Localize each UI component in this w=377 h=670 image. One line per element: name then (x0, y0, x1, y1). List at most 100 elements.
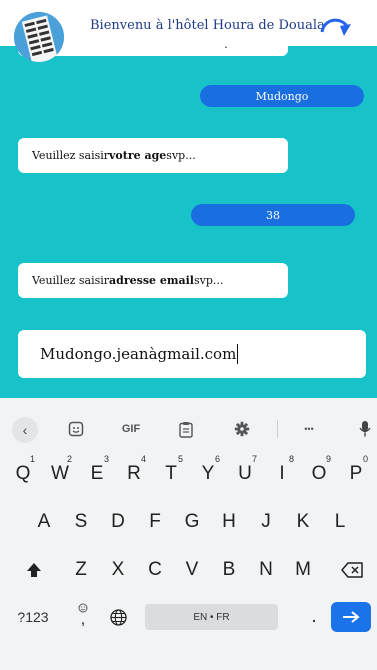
backspace-icon[interactable] (335, 554, 369, 586)
key-m[interactable]: M (289, 554, 317, 586)
bot-message-prefix: Veuillez saisir (32, 149, 110, 162)
gif-button[interactable]: GIF (116, 414, 146, 444)
key-s[interactable]: S (67, 506, 95, 538)
key-p[interactable]: 0P (342, 454, 370, 490)
key-i[interactable]: 8I (268, 454, 296, 490)
key-label: . (311, 606, 317, 627)
partial-dot: . (224, 46, 228, 51)
key-hint: 9 (325, 454, 331, 464)
key-x[interactable]: X (104, 554, 132, 586)
key-k[interactable]: K (289, 506, 317, 538)
key-label: L (334, 511, 346, 532)
key-a[interactable]: A (30, 506, 58, 538)
user-message: Mudongo (200, 85, 364, 107)
key-hint: 1 (29, 454, 35, 464)
key-n[interactable]: N (252, 554, 280, 586)
key-label: ?123 (17, 609, 49, 625)
gear-icon[interactable] (232, 414, 252, 444)
key-b[interactable]: B (215, 554, 243, 586)
key-label: A (37, 511, 51, 532)
key-label: G (184, 511, 200, 532)
key-c[interactable]: C (141, 554, 169, 586)
key-g[interactable]: G (178, 506, 206, 538)
key-hint: 3 (103, 454, 109, 464)
key-label: D (111, 511, 125, 532)
key-e[interactable]: 3E (83, 454, 111, 490)
bot-message-bold: votre age (109, 149, 167, 162)
key-l[interactable]: L (326, 506, 354, 538)
bot-message-suffix: svp... (193, 274, 224, 287)
key-h[interactable]: H (215, 506, 243, 538)
key-t[interactable]: 5T (157, 454, 185, 490)
key-hint: 0 (362, 454, 368, 464)
key-label: Q (15, 463, 31, 484)
key-label: V (185, 559, 199, 580)
symbols-key[interactable]: ?123 (12, 602, 54, 632)
key-v[interactable]: V (178, 554, 206, 586)
bot-message-prefix: Veuillez saisir (32, 274, 110, 287)
key-r[interactable]: 4R (120, 454, 148, 490)
key-label: B (222, 559, 236, 580)
period-key[interactable]: . (304, 602, 324, 632)
sticker-icon[interactable] (66, 414, 86, 444)
key-label: K (296, 511, 310, 532)
bot-message-bold: adresse email (109, 274, 194, 287)
key-q[interactable]: 1Q (9, 454, 37, 490)
user-message-text: 38 (266, 208, 280, 222)
chevron-left-icon[interactable]: ‹ (12, 417, 38, 443)
refresh-icon[interactable] (318, 12, 354, 42)
key-label: M (295, 559, 311, 580)
hotel-building-icon (14, 12, 64, 62)
key-hint: 7 (251, 454, 257, 464)
key-u[interactable]: 7U (231, 454, 259, 490)
key-d[interactable]: D (104, 506, 132, 538)
user-message: 38 (191, 204, 355, 226)
gif-label: GIF (121, 423, 141, 435)
key-hint: 6 (214, 454, 220, 464)
key-z[interactable]: Z (67, 554, 95, 586)
soft-keyboard: ‹ GIF ••• 1Q 2W 3E 4R 5T 6Y 7U 8I 9O 0P … (0, 398, 377, 670)
key-label: E (90, 463, 104, 484)
key-y[interactable]: 6Y (194, 454, 222, 490)
key-label: Y (201, 463, 215, 484)
shift-arrow-icon[interactable] (18, 554, 50, 586)
emoji-comma-key[interactable]: , (72, 598, 94, 632)
key-label: C (148, 559, 162, 580)
key-w[interactable]: 2W (46, 454, 74, 490)
user-message-text: Mudongo (255, 89, 309, 103)
key-label: J (261, 511, 271, 532)
keyboard-toolbar: ‹ GIF ••• (0, 414, 377, 444)
microphone-icon[interactable] (355, 414, 375, 444)
chat-input-value: Mudongo.jeanàgmail.com (40, 345, 237, 363)
space-label: EN • FR (193, 611, 230, 623)
comma-label: , (80, 611, 86, 628)
hotel-logo (14, 12, 64, 62)
key-label: O (311, 463, 327, 484)
clipboard-icon[interactable] (176, 414, 196, 444)
globe-icon[interactable] (106, 602, 130, 632)
bot-message-suffix: svp... (166, 149, 196, 162)
key-label: Z (75, 559, 87, 580)
arrow-right-icon (343, 611, 360, 623)
bot-message: Veuillez saisir votre age svp... (18, 138, 288, 173)
bot-message: Veuillez saisir adresse email svp... (18, 263, 288, 298)
key-f[interactable]: F (141, 506, 169, 538)
more-label: ••• (304, 424, 314, 434)
key-label: W (51, 463, 69, 484)
key-j[interactable]: J (252, 506, 280, 538)
key-label: R (127, 463, 141, 484)
key-o[interactable]: 9O (305, 454, 333, 490)
page-title: Bienvenu à l'hôtel Houra de Douala (90, 18, 325, 33)
key-hint: 4 (140, 454, 146, 464)
key-label: I (279, 463, 285, 484)
text-caret (237, 344, 239, 364)
space-bar[interactable]: EN • FR (145, 604, 278, 630)
chat-input-field[interactable]: Mudongo.jeanàgmail.com (18, 330, 366, 378)
key-label: U (238, 463, 252, 484)
enter-button[interactable] (331, 602, 371, 632)
key-label: H (222, 511, 236, 532)
more-button[interactable]: ••• (296, 414, 322, 444)
key-label: S (74, 511, 88, 532)
key-hint: 2 (66, 454, 72, 464)
toolbar-divider (277, 420, 278, 438)
